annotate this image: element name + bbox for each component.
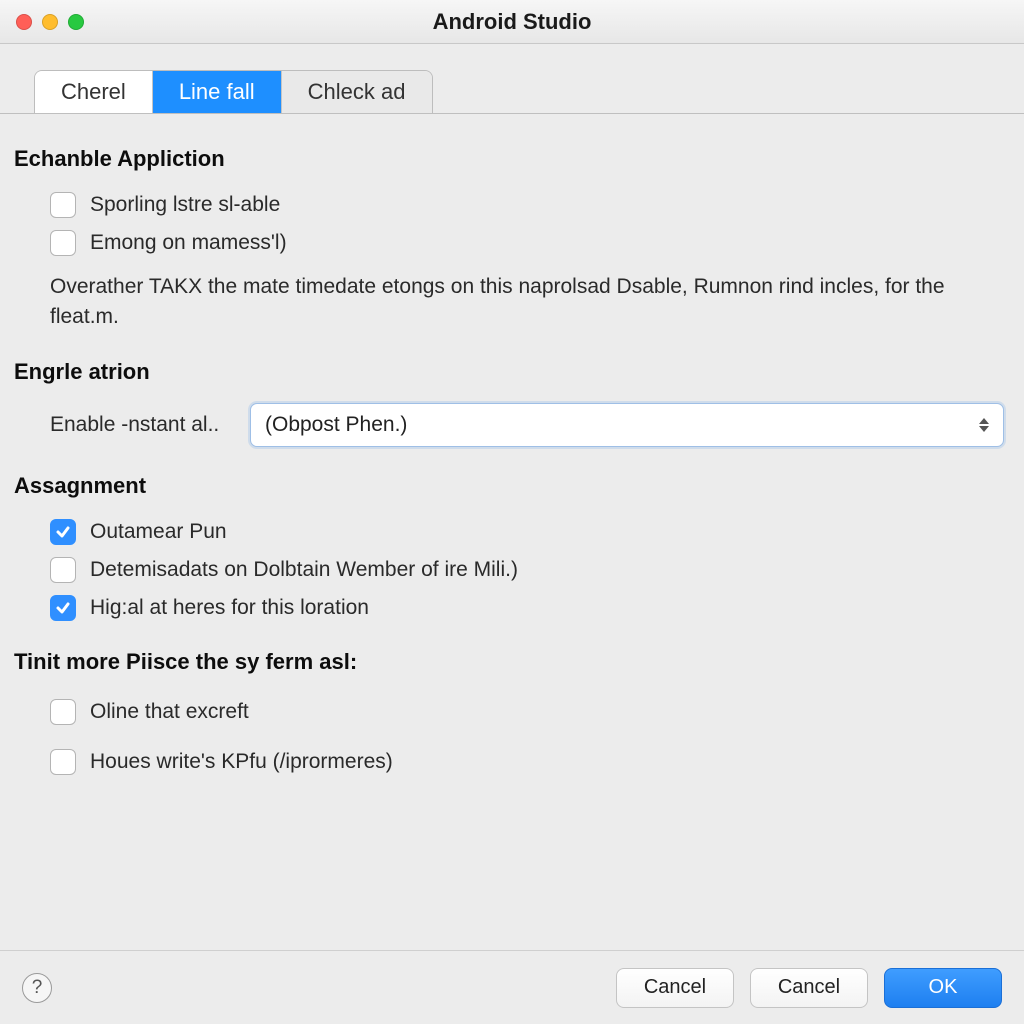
checkbox-higal[interactable] bbox=[50, 595, 76, 621]
window-title: Android Studio bbox=[0, 9, 1024, 35]
checkbox-houes[interactable] bbox=[50, 749, 76, 775]
select-label: Enable -nstant al.. bbox=[50, 413, 240, 437]
tab-chleck-ad[interactable]: Chleck ad bbox=[282, 71, 432, 113]
checkbox-row-oline[interactable]: Oline that excreft bbox=[14, 689, 1004, 731]
checkbox-label: Oline that excreft bbox=[90, 700, 249, 724]
checkbox-row-detemisadats[interactable]: Detemisadats on Dolbtain Wember of ire M… bbox=[14, 551, 1004, 589]
help-button[interactable]: ? bbox=[22, 973, 52, 1003]
window-titlebar: Android Studio bbox=[0, 0, 1024, 44]
checkbox-row-sporling[interactable]: Sporling lstre sl-able bbox=[14, 186, 1004, 224]
section-heading-engrle: Engrle atrion bbox=[14, 359, 1004, 385]
chevron-updown-icon bbox=[975, 414, 993, 436]
close-icon[interactable] bbox=[16, 14, 32, 30]
minimize-icon[interactable] bbox=[42, 14, 58, 30]
cancel-button-2[interactable]: Cancel bbox=[750, 968, 868, 1008]
tab-strip: Cherel Line fall Chleck ad bbox=[0, 44, 1024, 114]
checkbox-label: Hig:al at heres for this loration bbox=[90, 596, 369, 620]
checkbox-detemisadats[interactable] bbox=[50, 557, 76, 583]
dialog-content: Echanble Appliction Sporling lstre sl-ab… bbox=[0, 114, 1024, 781]
select-row-enable-instant: Enable -nstant al.. (Obpost Phen.) bbox=[14, 399, 1004, 451]
checkbox-row-emong[interactable]: Emong on mamess'l) bbox=[14, 224, 1004, 262]
checkbox-emong[interactable] bbox=[50, 230, 76, 256]
section-description: Overather TAKX the mate timedate etongs … bbox=[14, 262, 1004, 337]
checkbox-label: Detemisadats on Dolbtain Wember of ire M… bbox=[90, 558, 518, 582]
checkbox-label: Houes write's KPfu (/iprormeres) bbox=[90, 750, 393, 774]
tab-line-fall[interactable]: Line fall bbox=[153, 71, 282, 113]
checkbox-sporling[interactable] bbox=[50, 192, 76, 218]
checkbox-row-houes[interactable]: Houes write's KPfu (/iprormeres) bbox=[14, 731, 1004, 781]
tab-cherel[interactable]: Cherel bbox=[35, 71, 153, 113]
checkbox-outamear[interactable] bbox=[50, 519, 76, 545]
ok-button[interactable]: OK bbox=[884, 968, 1002, 1008]
checkbox-oline[interactable] bbox=[50, 699, 76, 725]
section-heading-appliction: Echanble Appliction bbox=[14, 146, 1004, 172]
checkbox-row-higal[interactable]: Hig:al at heres for this loration bbox=[14, 589, 1004, 627]
cancel-button[interactable]: Cancel bbox=[616, 968, 734, 1008]
section-heading-tinit: Tinit more Piisce the sy ferm asl: bbox=[14, 649, 1004, 675]
zoom-icon[interactable] bbox=[68, 14, 84, 30]
checkbox-label: Outamear Pun bbox=[90, 520, 227, 544]
checkbox-row-outamear[interactable]: Outamear Pun bbox=[14, 513, 1004, 551]
window-controls bbox=[0, 14, 84, 30]
checkbox-label: Emong on mamess'l) bbox=[90, 231, 287, 255]
checkbox-label: Sporling lstre sl-able bbox=[90, 193, 280, 217]
select-enable-instant[interactable]: (Obpost Phen.) bbox=[250, 403, 1004, 447]
select-value: (Obpost Phen.) bbox=[265, 413, 407, 437]
dialog-footer: ? Cancel Cancel OK bbox=[0, 950, 1024, 1024]
section-heading-assagnment: Assagnment bbox=[14, 473, 1004, 499]
